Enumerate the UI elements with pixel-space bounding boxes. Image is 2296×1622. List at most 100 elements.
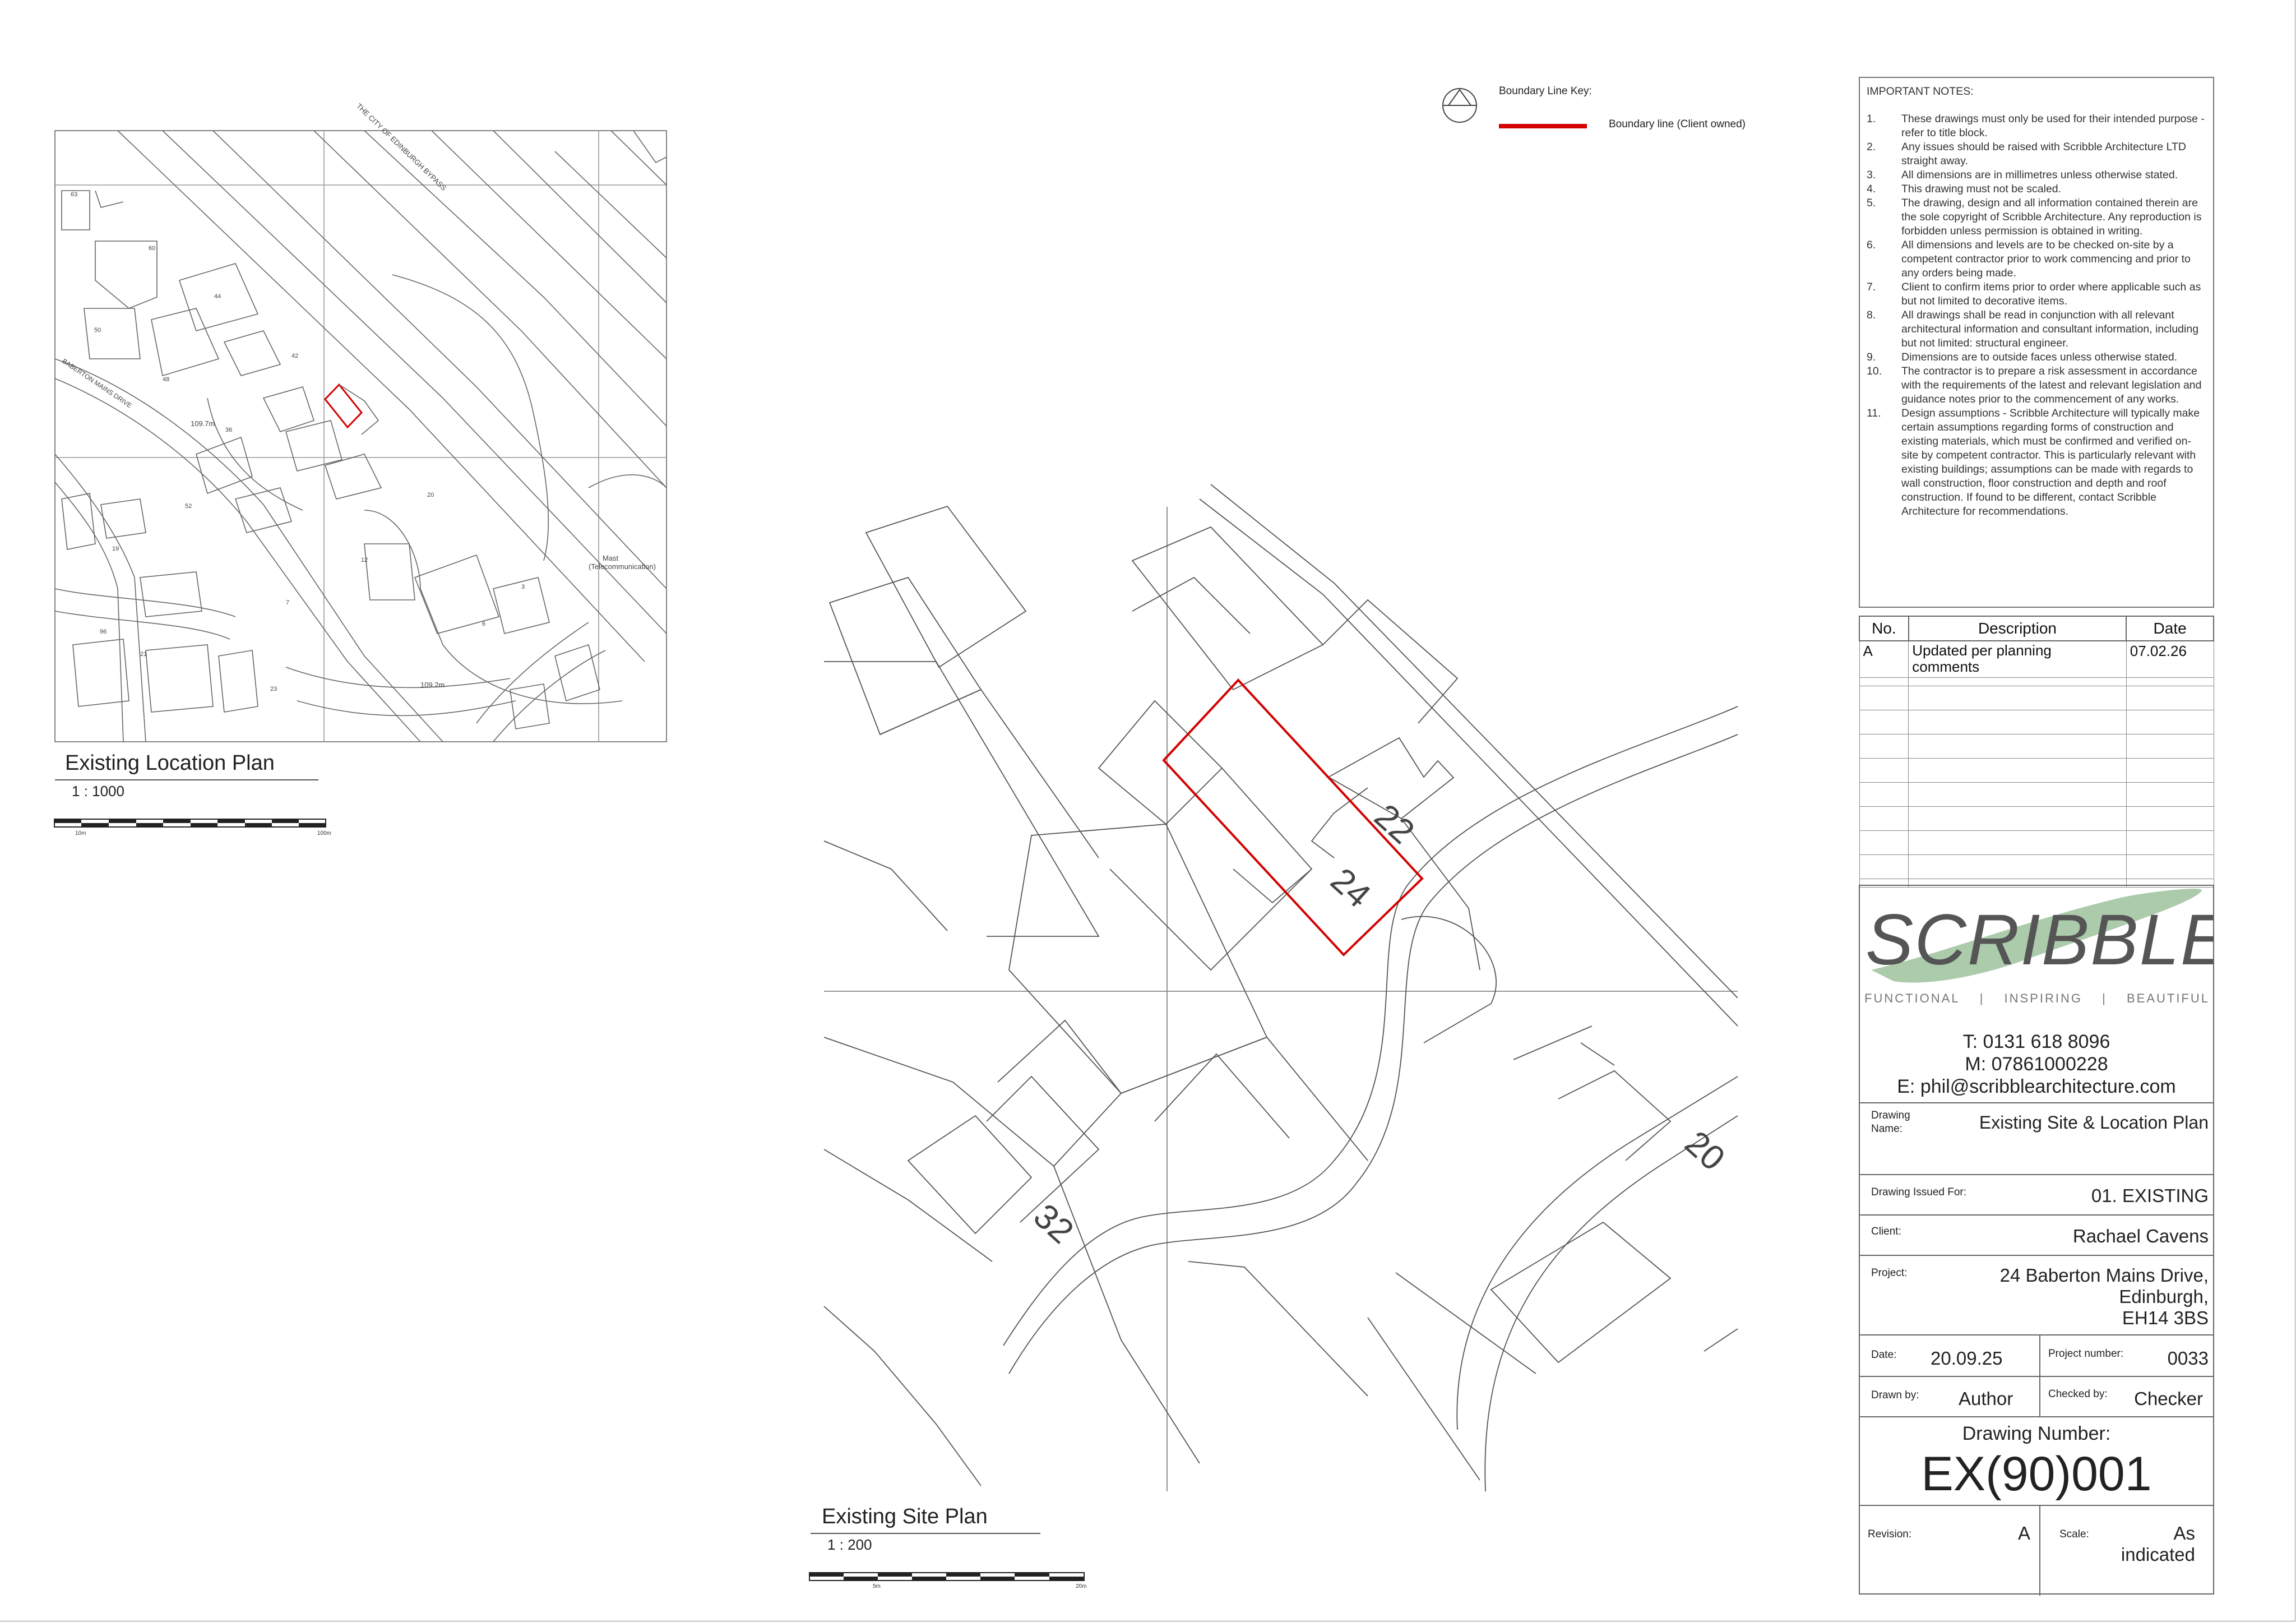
house-number: 12 <box>361 557 368 563</box>
plot-number-32: 32 <box>1026 1196 1081 1251</box>
rev-description: Updated per planning comments <box>1908 640 2127 678</box>
project-number: 0033 <box>2167 1348 2209 1369</box>
drive-label: BABERTON MAINS DRIVE <box>61 357 133 410</box>
rev-header-date: Date <box>2126 616 2214 641</box>
house-number: 7 <box>286 599 289 606</box>
note-item: 8. All drawings shall be read in conjunct… <box>1867 309 2199 349</box>
bypass-label: THE CITY OF EDINBURGH BYPASS <box>355 101 448 192</box>
house-number: 21 <box>140 651 147 658</box>
location-plan-title: Existing Location Plan <box>65 751 275 775</box>
location-bar-start: 10m <box>75 830 86 837</box>
house-number: 23 <box>270 686 277 692</box>
important-notes: IMPORTANT NOTES: 1. These drawings must o… <box>1859 77 2214 608</box>
site-plan-scale: 1 : 200 <box>827 1536 872 1553</box>
note-item: 9. Dimensions are to outside faces unless… <box>1867 351 2178 363</box>
note-item: 7. Client to confirm items prior to order… <box>1867 281 2201 307</box>
revision-table: No. Description Date A Updated per plann… <box>1859 616 2214 888</box>
site-scale-bar <box>809 1572 1085 1581</box>
issued-for: 01. EXISTING <box>2091 1185 2209 1206</box>
drawing-scale: As indicated <box>2121 1523 2195 1565</box>
scribble-logo: SCRIBBLE <box>1866 889 2213 983</box>
email-address: E: phil@scribblearchitecture.com <box>1897 1076 2176 1097</box>
project-row: Project: 24 Baberton Mains Drive, Edinbu… <box>1860 1255 2213 1334</box>
key-title: Boundary Line Key: <box>1499 85 1592 97</box>
table-row <box>1859 677 2214 686</box>
house-number: 36 <box>225 427 232 433</box>
plot-number-24: 24 <box>1323 861 1378 915</box>
level-label-1: 109.7m <box>191 419 215 428</box>
site-plan-map: 22 24 32 20 <box>823 484 1738 1492</box>
drawing-number-row: Drawing Number: EX(90)001 <box>1860 1416 2213 1505</box>
north-arrow-icon <box>1442 88 1477 123</box>
table-row <box>1859 782 2214 807</box>
rev-header-no: No. <box>1859 616 1909 641</box>
table-row: A Updated per planning comments 07.02.26 <box>1859 640 2214 678</box>
logo-tagline: FUNCTIONAL | INSPIRING | BEAUTIFUL <box>1864 991 2210 1005</box>
drawing-name: Existing Site & Location Plan <box>1979 1112 2209 1133</box>
revision-letter: A <box>2018 1523 2031 1544</box>
contact-details: T: 0131 618 8096 M: 07861000228 E: phil@… <box>1860 1030 2213 1098</box>
note-item: 2. Any issues should be raised with Scrib… <box>1867 141 2186 167</box>
note-item: 1. These drawings must only be used for t… <box>1867 113 2205 139</box>
house-number: 19 <box>112 546 119 552</box>
note-item: 3. All dimensions are in millimetres unle… <box>1867 169 2178 181</box>
site-plan-title: Existing Site Plan <box>822 1505 988 1528</box>
table-row <box>1859 710 2214 734</box>
rev-no: A <box>1859 640 1909 678</box>
table-row <box>1859 686 2214 710</box>
note-item: 6. All dimensions and levels are to be ch… <box>1867 239 2191 279</box>
house-number: 44 <box>214 293 221 300</box>
note-item: 10. The contractor is to prepare a risk a… <box>1867 365 2202 405</box>
boundary-line-swatch <box>1499 124 1587 128</box>
drawn-by: Author <box>1959 1388 2013 1409</box>
table-row <box>1859 854 2214 879</box>
location-bar-end: 100m <box>317 830 332 837</box>
house-number: 52 <box>185 503 192 510</box>
table-row <box>1859 806 2214 831</box>
mast-sub-label: (Telecommunication) <box>589 562 656 571</box>
location-plan-scale: 1 : 1000 <box>72 783 124 800</box>
house-number: 42 <box>291 353 298 359</box>
mobile-number: M: 07861000228 <box>1965 1053 2108 1075</box>
plot-number-22: 22 <box>1367 797 1422 851</box>
logo-text: SCRIBBLE <box>1866 900 2213 980</box>
table-row <box>1859 758 2214 783</box>
note-item: 4. This drawing must not be scaled. <box>1867 183 2062 195</box>
house-number: 96 <box>100 629 107 635</box>
table-row <box>1859 734 2214 759</box>
location-scale-bar <box>54 819 326 828</box>
phone-number: T: 0131 618 8096 <box>1962 1031 2110 1052</box>
notes-header: IMPORTANT NOTES: <box>1867 85 1974 98</box>
house-number: 50 <box>94 327 101 334</box>
house-number: 60 <box>149 245 155 252</box>
issued-for-row: Drawing Issued For: 01. EXISTING <box>1860 1174 2213 1214</box>
site-bar-end: 20m <box>1076 1583 1087 1589</box>
drawing-number: EX(90)001 <box>1921 1447 2152 1501</box>
house-number: 3 <box>521 584 525 590</box>
rev-header-description: Description <box>1908 616 2127 641</box>
rev-date: 07.02.26 <box>2126 640 2214 678</box>
notes-list: 1. These drawings must only be used for t… <box>1867 112 2206 519</box>
checked-by: Checker <box>2134 1388 2203 1409</box>
drawing-name-row: Drawing Name: Existing Site & Location P… <box>1860 1102 2213 1174</box>
note-item: 5. The drawing, design and all informatio… <box>1867 197 2202 237</box>
title-rule <box>811 1533 1040 1534</box>
mast-label: Mast <box>603 554 619 562</box>
note-item: 11. Design assumptions - Scribble Archite… <box>1867 407 2200 517</box>
house-number: 20 <box>427 492 434 498</box>
client-row: Client: Rachael Cavens <box>1860 1214 2213 1255</box>
title-rule <box>55 779 318 780</box>
project-address: 24 Baberton Mains Drive, Edinburgh, EH14… <box>1999 1265 2209 1328</box>
house-number: 6 <box>482 621 485 627</box>
client-name: Rachael Cavens <box>2072 1226 2209 1246</box>
title-block: SCRIBBLE FUNCTIONAL | INSPIRING | BEAUTIFUL … <box>1859 885 2214 1596</box>
table-row <box>1859 830 2214 855</box>
drawing-date: 20.09.25 <box>1931 1348 2003 1369</box>
date-row: Date: 20.09.25 Project number: 0033 <box>1860 1334 2213 1377</box>
plot-number-20: 20 <box>1678 1124 1732 1178</box>
drawn-by-row: Drawn by: Author Checked by: Checker <box>1860 1376 2213 1417</box>
house-number: 48 <box>163 376 169 383</box>
key-item-label: Boundary line (Client owned) <box>1609 118 1746 130</box>
house-number: 63 <box>71 191 77 198</box>
level-label-2: 109.2m <box>420 681 445 689</box>
